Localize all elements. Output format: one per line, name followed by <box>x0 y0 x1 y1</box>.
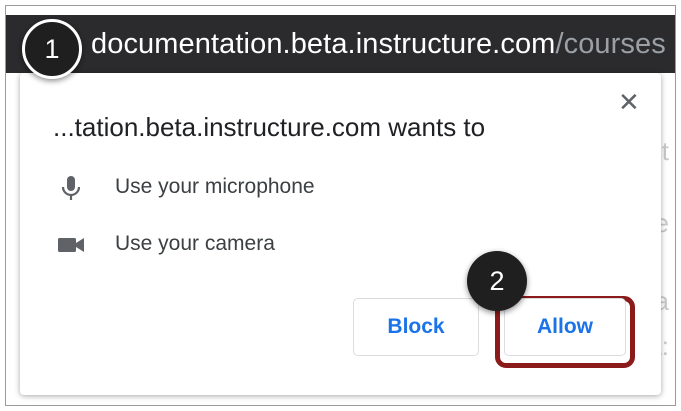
microphone-icon <box>61 176 81 200</box>
close-icon[interactable]: ✕ <box>618 89 640 115</box>
url-host: documentation.beta.instructure.com <box>91 28 556 60</box>
permission-dialog: ✕ ...tation.beta.instructure.com wants t… <box>20 73 661 395</box>
screenshot-frame: documentation.beta.instructure.com/cours… <box>5 5 676 406</box>
step-badge-2: 2 <box>467 251 527 311</box>
address-bar[interactable]: documentation.beta.instructure.com/cours… <box>6 15 675 73</box>
permission-label: Use your microphone <box>115 175 315 198</box>
dialog-title: ...tation.beta.instructure.com wants to <box>53 112 486 142</box>
camera-icon <box>58 238 84 252</box>
allow-button[interactable]: Allow <box>504 298 626 356</box>
permission-label: Use your camera <box>115 232 275 255</box>
block-button[interactable]: Block <box>353 298 479 356</box>
step-badge-1: 1 <box>22 19 82 79</box>
url-text[interactable]: documentation.beta.instructure.com/cours… <box>91 25 666 63</box>
url-path: /courses <box>555 28 666 60</box>
